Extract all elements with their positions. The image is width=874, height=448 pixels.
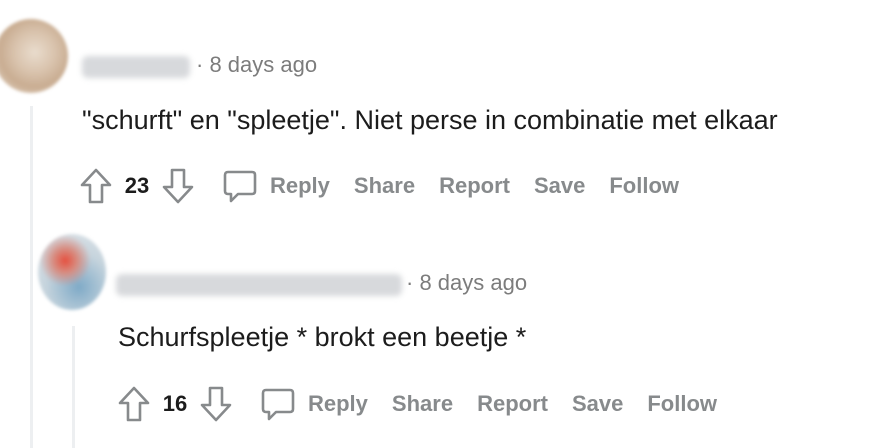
reply-label: Reply: [308, 391, 368, 416]
comment-actions: 16 Reply Share Report Save Follow: [114, 384, 741, 424]
upvote-icon[interactable]: [114, 384, 154, 424]
share-button[interactable]: Share: [392, 391, 453, 417]
reply-button[interactable]: Reply: [258, 384, 368, 424]
avatar[interactable]: [0, 19, 68, 93]
share-button[interactable]: Share: [354, 173, 415, 199]
follow-button[interactable]: Follow: [609, 173, 679, 199]
reply-label: Reply: [270, 173, 330, 198]
comment-actions: 23 Reply Share Report Save Follow: [76, 166, 703, 206]
vote-count: 23: [124, 173, 150, 198]
vote-count: 16: [162, 391, 188, 416]
report-button[interactable]: Report: [477, 391, 548, 417]
speech-bubble-icon: [220, 166, 260, 206]
speech-bubble-icon: [258, 384, 298, 424]
downvote-icon[interactable]: [158, 166, 198, 206]
username-blurred[interactable]: [116, 274, 402, 296]
comment-text: "schurft" en "spleetje". Niet perse in c…: [82, 105, 778, 135]
avatar[interactable]: [38, 234, 106, 310]
username-blurred[interactable]: [82, 56, 190, 78]
follow-button[interactable]: Follow: [647, 391, 717, 417]
upvote-icon[interactable]: [76, 166, 116, 206]
comment-timestamp: · 8 days ago: [406, 270, 528, 295]
downvote-icon[interactable]: [196, 384, 236, 424]
save-button[interactable]: Save: [534, 173, 585, 199]
save-button[interactable]: Save: [572, 391, 623, 417]
report-button[interactable]: Report: [439, 173, 510, 199]
thread-line[interactable]: [30, 106, 33, 448]
thread-line-nested[interactable]: [72, 326, 75, 448]
comment-timestamp: · 8 days ago: [196, 52, 318, 77]
reply-button[interactable]: Reply: [220, 166, 330, 206]
comment-text: Schurfspleetje * brokt een beetje *: [118, 322, 527, 352]
